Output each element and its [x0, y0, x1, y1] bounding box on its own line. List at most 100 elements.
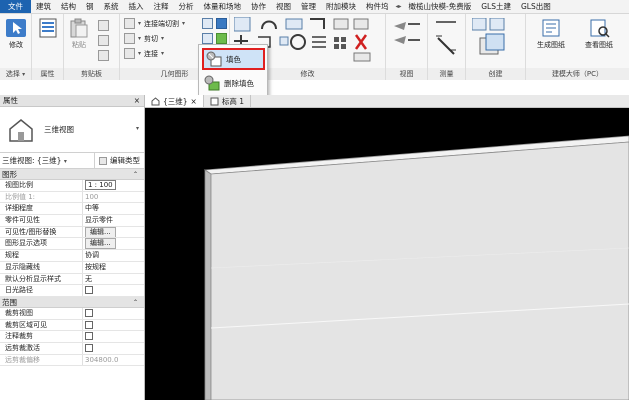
prop-value[interactable]: 按规程 — [83, 262, 144, 273]
wall-joins-icon[interactable] — [202, 18, 213, 29]
properties-button[interactable] — [36, 18, 60, 40]
paint-icon[interactable] — [216, 33, 227, 44]
prop-crop-view: 裁剪视图 — [0, 307, 144, 320]
join-caret-icon: ▾ — [161, 50, 165, 57]
prop-name: 可见性/图形替换 — [0, 226, 83, 238]
edit-type-button[interactable]: 编辑类型 — [94, 152, 144, 169]
prop-value[interactable]: 协调 — [83, 250, 144, 261]
cut-clipboard-icon[interactable] — [98, 20, 109, 31]
tab-structure[interactable]: 结构 — [56, 0, 81, 13]
tab-massing-site[interactable]: 体量和场地 — [199, 0, 247, 13]
architect-panel-label: 建模大师（PC） — [526, 68, 629, 80]
measure-icon[interactable] — [434, 20, 460, 56]
group-name: 图形 — [2, 170, 17, 179]
instance-selector[interactable]: 三维视图: {三维} ▾ — [2, 155, 67, 166]
edit-button[interactable]: 编辑... — [85, 238, 116, 250]
cope-button[interactable]: ▾ 连接端切割 ▾ — [124, 18, 185, 29]
prop-name: 详细程度 — [0, 203, 83, 215]
copy-clipboard-icon[interactable] — [98, 35, 109, 46]
create-panel-label: 创建 — [466, 68, 525, 80]
annotation-crop-checkbox[interactable] — [85, 332, 93, 341]
remove-paint-icon — [204, 75, 220, 91]
tab-gls-drawing[interactable]: GLS出图 — [516, 0, 556, 13]
prop-annotation-crop: 注释裁剪 — [0, 331, 144, 343]
collapse-icon: ⌃ — [132, 171, 138, 178]
tab-analyze[interactable]: 分析 — [174, 0, 199, 13]
prop-name: 远剪裁偏移 — [0, 354, 83, 366]
ribbon: 修改 选择 ▾ 属性 粘贴 剪贴板 ▾ 连接端切割 ▾ ▾ 剪切 ▾ ▾ 连接 … — [0, 14, 629, 80]
prop-value[interactable]: 1 : 100 — [83, 180, 144, 191]
modify-cursor-icon — [6, 19, 26, 37]
prop-value[interactable]: 中等 — [83, 203, 144, 214]
paint-bucket-icon — [206, 51, 222, 67]
view-tools-icon[interactable] — [392, 20, 422, 56]
create-panel: 创建 — [466, 14, 526, 80]
tab-collaborate[interactable]: 协作 — [246, 0, 271, 13]
paste-button[interactable]: 粘贴 — [68, 18, 90, 50]
wall-end-face — [204, 169, 212, 400]
prop-detail-level: 详细程度 中等 — [0, 203, 144, 216]
remove-paint-menu-item[interactable]: 删除填色 — [202, 72, 265, 94]
cut-geometry-dropdown-icon: ▾ — [138, 35, 142, 42]
ribbon-tab-bar: 文件 建筑 结构 钢 系统 插入 注释 分析 体量和场地 协作 视图 管理 附加… — [0, 0, 629, 14]
demolish-icon[interactable] — [202, 33, 213, 44]
house-icon — [151, 96, 160, 105]
edit-button[interactable]: 编辑... — [85, 226, 116, 238]
far-clip-checkbox[interactable] — [85, 343, 93, 352]
prop-name: 注释裁剪 — [0, 331, 83, 342]
prop-visibility-graphics: 可见性/图形替换 编辑... — [0, 226, 144, 239]
close-tab-icon[interactable]: × — [191, 97, 197, 106]
tab-scroll-icon[interactable]: ◂▸ — [394, 0, 404, 13]
cut-geometry-button[interactable]: ▾ 剪切 ▾ — [124, 33, 164, 44]
prop-value: 100 — [85, 192, 99, 201]
floor-plan-icon — [210, 97, 219, 105]
view-sheet-button[interactable]: 查看图纸 — [576, 18, 622, 50]
crop-view-checkbox[interactable] — [85, 308, 93, 317]
join-button[interactable]: ▾ 连接 ▾ — [124, 48, 164, 59]
match-type-icon[interactable] — [98, 50, 109, 61]
tab-insert[interactable]: 插入 — [124, 0, 149, 13]
prop-value[interactable]: 显示零件 — [83, 215, 144, 226]
paint-menu-item[interactable]: 填色 — [202, 48, 265, 70]
tab-architecture[interactable]: 建筑 — [31, 0, 56, 13]
tab-file[interactable]: 文件 — [0, 0, 31, 13]
type-dropdown-icon[interactable]: ▾ — [136, 125, 139, 132]
cope-icon — [124, 18, 135, 29]
3d-viewport[interactable] — [145, 108, 629, 400]
tab-systems[interactable]: 系统 — [99, 0, 124, 13]
properties-icon — [39, 18, 57, 38]
tab-gls-civil[interactable]: GLS土建 — [476, 0, 516, 13]
group-header-extents[interactable]: 范围 ⌃ — [0, 296, 144, 308]
tab-view[interactable]: 视图 — [271, 0, 296, 13]
tab-annotate[interactable]: 注释 — [149, 0, 174, 13]
generate-sheet-icon — [542, 19, 560, 37]
prop-view-scale: 视图比例 1 : 100 — [0, 180, 144, 192]
join-label: 连接 — [144, 49, 159, 58]
generate-sheet-label: 生成图纸 — [537, 41, 565, 49]
tab-steel[interactable]: 钢 — [81, 0, 99, 13]
select-panel-label[interactable]: 选择 ▾ — [0, 68, 31, 80]
view-tab-level-1[interactable]: 标高 1 — [204, 95, 251, 107]
crop-region-checkbox[interactable] — [85, 320, 93, 329]
prop-value: 304800.0 — [85, 355, 119, 364]
wall-model[interactable] — [145, 108, 629, 400]
view-tab-3d[interactable]: {三维} × — [145, 95, 204, 107]
join-icon — [124, 48, 135, 59]
tab-component-dock[interactable]: 构件坞 — [361, 0, 394, 13]
create-tools-icon[interactable] — [472, 18, 520, 58]
prop-name: 规程 — [0, 250, 83, 261]
split-face-icon[interactable] — [216, 18, 227, 29]
generate-sheet-button[interactable]: 生成图纸 — [528, 18, 574, 50]
prop-name: 远剪裁激活 — [0, 342, 83, 354]
modify-button[interactable]: 修改 — [3, 18, 29, 50]
tab-manage[interactable]: 管理 — [296, 0, 321, 13]
tab-ganlanshan[interactable]: 橄榄山快模-免费版 — [404, 0, 477, 13]
tab-addins[interactable]: 附加模块 — [321, 0, 361, 13]
prop-sun-path: 日光路径 — [0, 285, 144, 297]
type-selector[interactable]: 三维视图 ▾ — [0, 107, 144, 153]
sun-path-checkbox[interactable] — [85, 286, 93, 295]
close-icon[interactable]: × — [134, 95, 144, 106]
prop-value[interactable]: 无 — [83, 274, 144, 285]
group-header-graphics[interactable]: 图形 ⌃ — [0, 169, 144, 180]
view-tab-label: 标高 1 — [221, 96, 244, 106]
